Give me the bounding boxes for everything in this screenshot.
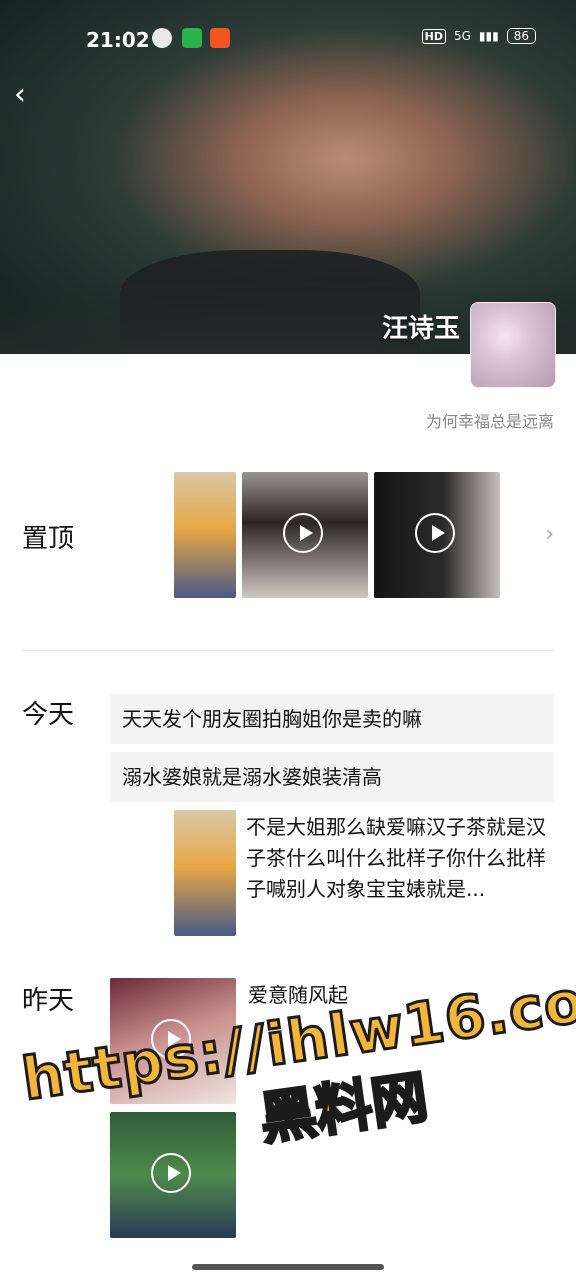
day-label-today: 今天 bbox=[22, 700, 75, 730]
home-indicator[interactable] bbox=[192, 1264, 384, 1270]
play-icon bbox=[283, 513, 323, 553]
post-caption[interactable]: 不是大姐那么缺爱嘛汉子茶就是汉子茶什么叫什么批样子你什么批样子喊别人对象宝宝婊就… bbox=[246, 812, 556, 905]
play-icon bbox=[415, 513, 455, 553]
pinned-video-2[interactable] bbox=[374, 472, 500, 598]
wechat-icon bbox=[152, 28, 172, 48]
divider bbox=[22, 650, 554, 651]
status-right: HD 5G ▮▮▮ 86 bbox=[421, 28, 536, 44]
app-icon bbox=[182, 28, 202, 48]
profile-name: 汪诗玉 bbox=[381, 314, 460, 344]
chevron-right-icon[interactable]: › bbox=[545, 522, 554, 547]
text-post[interactable]: 天天发个朋友圈拍胸姐你是卖的嘛 bbox=[110, 694, 554, 744]
status-time: 21:02 bbox=[86, 28, 150, 52]
network-label: 5G bbox=[453, 29, 471, 43]
pinned-label: 置顶 bbox=[22, 524, 75, 554]
day-label-yesterday: 昨天 bbox=[22, 986, 75, 1016]
back-icon[interactable]: ‹ bbox=[14, 80, 40, 110]
post-image[interactable] bbox=[174, 810, 236, 936]
signal-icon: ▮▮▮ bbox=[478, 29, 499, 43]
profile-signature: 为何幸福总是远离 bbox=[425, 412, 554, 431]
avatar[interactable] bbox=[470, 302, 556, 388]
status-bar: 21:02 HD 5G ▮▮▮ 86 bbox=[0, 0, 576, 78]
text-post[interactable]: 溺水婆娘就是溺水婆娘装清高 bbox=[110, 752, 554, 802]
pinned-video-1[interactable] bbox=[242, 472, 368, 598]
battery-icon: 86 bbox=[506, 28, 536, 44]
hd-icon: HD bbox=[421, 28, 446, 44]
taobao-icon bbox=[210, 28, 230, 48]
pinned-image-1[interactable] bbox=[174, 472, 236, 598]
